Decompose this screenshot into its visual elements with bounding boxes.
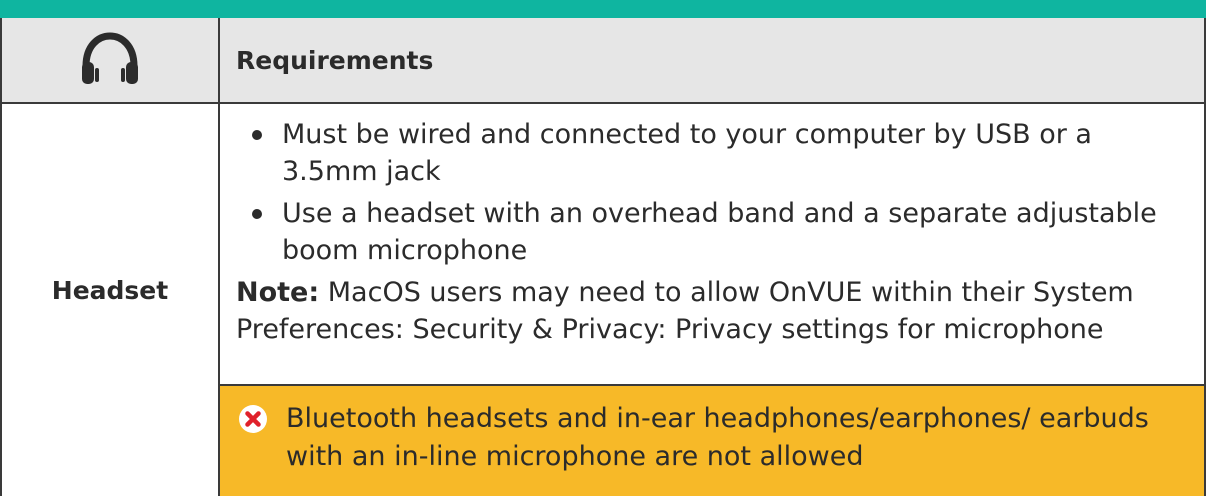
header-title-cell: Requirements: [220, 18, 1204, 102]
list-item: Must be wired and connected to your comp…: [236, 116, 1184, 190]
warning-banner: Bluetooth headsets and in-ear headphones…: [220, 386, 1204, 496]
note-paragraph: Note: MacOS users may need to allow OnVU…: [236, 274, 1184, 348]
error-x-icon: [239, 405, 267, 433]
note-text: MacOS users may need to allow OnVUE with…: [236, 277, 1134, 345]
note-label: Note:: [236, 277, 320, 308]
warning-text: Bluetooth headsets and in-ear headphones…: [286, 403, 1149, 472]
requirements-list: Must be wired and connected to your comp…: [236, 116, 1184, 269]
bullet-icon: [252, 209, 262, 219]
table-header-row: Requirements: [2, 18, 1204, 104]
header-title: Requirements: [236, 45, 434, 75]
requirements-table: Requirements Headset Must be wired and c…: [0, 18, 1206, 496]
bullet-icon: [252, 130, 262, 140]
header-icon-cell: [2, 18, 220, 102]
list-item: Use a headset with an overhead band and …: [236, 195, 1184, 269]
requirements-table-frame: Requirements Headset Must be wired and c…: [0, 0, 1206, 496]
requirement-text: Must be wired and connected to your comp…: [282, 119, 1092, 187]
requirements-content-cell: Must be wired and connected to your comp…: [220, 104, 1204, 386]
requirement-text: Use a headset with an overhead band and …: [282, 198, 1157, 266]
headphones-icon: [82, 32, 138, 84]
row-label-cell: Headset: [2, 104, 220, 496]
row-label-headset: Headset: [51, 275, 169, 305]
accent-bar: [0, 0, 1206, 18]
